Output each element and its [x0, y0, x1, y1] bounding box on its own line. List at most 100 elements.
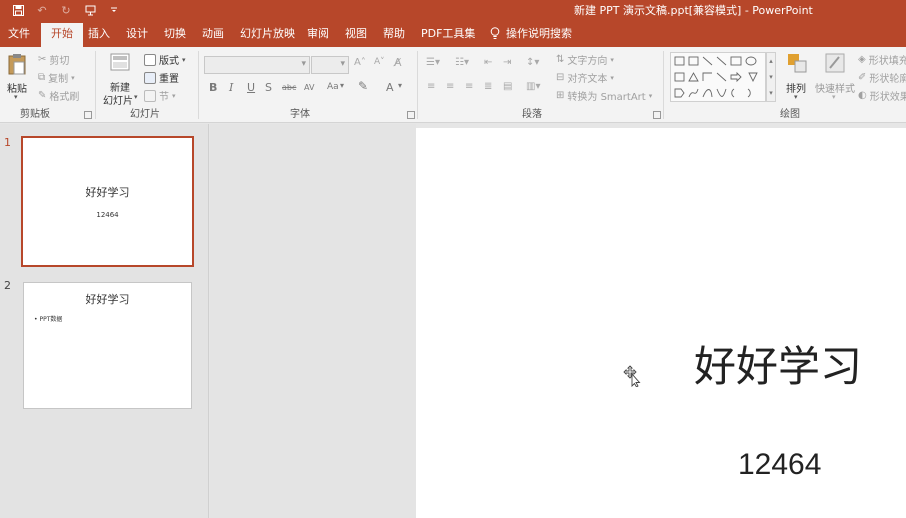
chevron-down-icon: ▾ — [182, 55, 186, 64]
chevron-down-icon: ▾ — [14, 93, 18, 101]
format-painter-button[interactable]: ✎ 格式刷 — [38, 88, 79, 103]
quick-styles-button[interactable]: 快速样式 ▾ — [815, 53, 855, 105]
tab-help[interactable]: 帮助 — [383, 20, 405, 47]
shape-effects-button[interactable]: ◐ 形状效果 — [858, 88, 906, 103]
change-case-button[interactable]: Aa — [327, 82, 339, 92]
text-direction-button[interactable]: ⇅ 文字方向 ▾ — [556, 52, 614, 67]
new-slide-button[interactable]: 新建 幻灯片 ▾ — [100, 53, 140, 107]
columns-icon[interactable]: ▥▾ — [526, 81, 540, 92]
tell-me-search[interactable]: 操作说明搜索 — [490, 20, 572, 47]
slide-subtitle-textbox[interactable]: 12464 — [738, 448, 821, 482]
scissors-icon: ✂ — [38, 54, 47, 65]
increase-indent-icon[interactable]: ⇥ — [503, 57, 511, 68]
arrange-button[interactable]: 排列 ▾ — [783, 53, 811, 105]
cut-button[interactable]: ✂ 剪切 — [38, 52, 69, 67]
align-center-icon[interactable]: ≡ — [446, 81, 454, 92]
strikethrough-button[interactable]: abc — [282, 83, 296, 92]
italic-button[interactable]: I — [229, 81, 233, 94]
align-right-icon[interactable]: ≡ — [465, 81, 473, 92]
chevron-down-icon: ▾ — [832, 93, 836, 101]
character-spacing-button[interactable]: AV — [304, 83, 314, 92]
tab-insert[interactable]: 插入 — [88, 20, 110, 47]
shapes-scroll[interactable]: ▴ ▾ ▾ — [766, 52, 776, 102]
highlight-icon[interactable]: ✎ — [358, 79, 368, 93]
slides-group-label: 幻灯片 — [130, 109, 160, 120]
quick-styles-icon — [825, 53, 845, 73]
tell-me-label: 操作说明搜索 — [506, 27, 572, 40]
decrease-indent-icon[interactable]: ⇤ — [484, 57, 492, 68]
numbering-icon[interactable]: ☷▾ — [455, 57, 469, 68]
bullets-icon[interactable]: ☰▾ — [426, 57, 440, 68]
layout-button[interactable]: 版式 ▾ — [144, 52, 186, 67]
tab-review[interactable]: 审阅 — [307, 20, 329, 47]
copy-icon: ⧉ — [38, 72, 46, 83]
tab-transitions[interactable]: 切换 — [164, 20, 186, 47]
font-color-button[interactable]: A — [386, 81, 394, 94]
shadow-button[interactable]: S — [265, 81, 272, 94]
section-button[interactable]: 节 ▾ — [144, 88, 176, 103]
move-cursor-icon — [623, 365, 641, 387]
decrease-font-icon[interactable]: A˅ — [374, 57, 385, 67]
chevron-down-icon: ▾ — [134, 93, 138, 101]
redo-icon[interactable]: ↻ — [54, 1, 78, 19]
chevron-down-icon[interactable]: ▾ — [340, 81, 344, 90]
increase-font-icon[interactable]: A˄ — [354, 57, 366, 68]
clipboard-launcher-icon[interactable] — [84, 111, 92, 119]
clear-formatting-icon[interactable]: A̸ — [394, 56, 402, 69]
bold-button[interactable]: B — [209, 81, 217, 94]
font-launcher-icon[interactable] — [407, 111, 415, 119]
underline-button[interactable]: U — [247, 81, 255, 94]
reset-button[interactable]: 重置 — [144, 70, 179, 85]
tab-file[interactable]: 文件 — [8, 20, 30, 47]
group-divider — [198, 51, 199, 119]
tab-home[interactable]: 开始 — [41, 23, 83, 47]
slide-thumbnail-1[interactable]: 好好学习 12464 — [21, 136, 194, 267]
group-divider — [95, 51, 96, 119]
thumb-subtitle: 12464 — [96, 211, 119, 219]
font-group-label: 字体 — [290, 109, 310, 120]
format-painter-label: 格式刷 — [49, 92, 80, 103]
save-icon[interactable] — [6, 1, 30, 19]
tab-design[interactable]: 设计 — [126, 20, 148, 47]
align-left-icon[interactable]: ≡ — [427, 81, 435, 92]
font-name-combobox[interactable] — [204, 56, 310, 74]
tab-pdf-tools[interactable]: PDF工具集 — [421, 20, 475, 47]
cut-label: 剪切 — [49, 56, 70, 67]
distributed-icon[interactable]: ▤ — [503, 81, 512, 92]
paste-button[interactable]: 粘贴 ▾ — [4, 53, 30, 103]
shape-outline-label: 形状轮廓 — [869, 74, 906, 85]
slide-thumbnail-2[interactable]: 好好学习 • PPT数据 — [23, 282, 192, 409]
brush-icon: ✎ — [38, 90, 47, 101]
paragraph-launcher-icon[interactable] — [653, 111, 661, 119]
reset-label: 重置 — [159, 74, 179, 85]
justify-icon[interactable]: ≣ — [484, 81, 492, 92]
align-text-icon: ⊟ — [556, 72, 565, 83]
tab-slideshow[interactable]: 幻灯片放映 — [240, 20, 295, 47]
chevron-down-icon[interactable]: ▾ — [398, 81, 402, 90]
shape-fill-button[interactable]: ◈ 形状填充 — [858, 52, 906, 67]
thumb-title: 好好学习 — [85, 186, 130, 199]
present-icon[interactable] — [78, 1, 102, 19]
smartart-button[interactable]: ⊞ 转换为 SmartArt ▾ — [556, 88, 652, 103]
slide-title-textbox[interactable]: 好好学习 — [694, 333, 862, 394]
paragraph-group-label: 段落 — [522, 109, 542, 120]
line-spacing-icon[interactable]: ↕▾ — [526, 57, 539, 68]
section-icon — [144, 89, 156, 102]
chevron-down-icon: ▾ — [794, 93, 798, 101]
customize-icon[interactable] — [102, 1, 126, 19]
text-direction-label: 文字方向 — [567, 56, 608, 67]
font-size-combobox[interactable] — [311, 56, 349, 74]
tab-view[interactable]: 视图 — [345, 20, 367, 47]
chevron-down-icon: ▾ — [610, 73, 614, 82]
thumb-bullet-text: PPT数据 — [39, 316, 63, 323]
section-label: 节 — [159, 92, 169, 103]
quick-access-toolbar: ↶ ↻ — [6, 1, 126, 19]
shape-outline-button[interactable]: ✐ 形状轮廓 — [858, 70, 906, 85]
align-text-button[interactable]: ⊟ 对齐文本 ▾ — [556, 70, 614, 85]
copy-button[interactable]: ⧉ 复制 ▾ — [38, 70, 75, 85]
shapes-gallery[interactable] — [670, 52, 766, 102]
slide-canvas[interactable]: 好好学习 12464 — [416, 128, 906, 518]
tab-animations[interactable]: 动画 — [202, 20, 224, 47]
pen-icon: ✐ — [858, 72, 867, 83]
undo-icon[interactable]: ↶ — [30, 1, 54, 19]
